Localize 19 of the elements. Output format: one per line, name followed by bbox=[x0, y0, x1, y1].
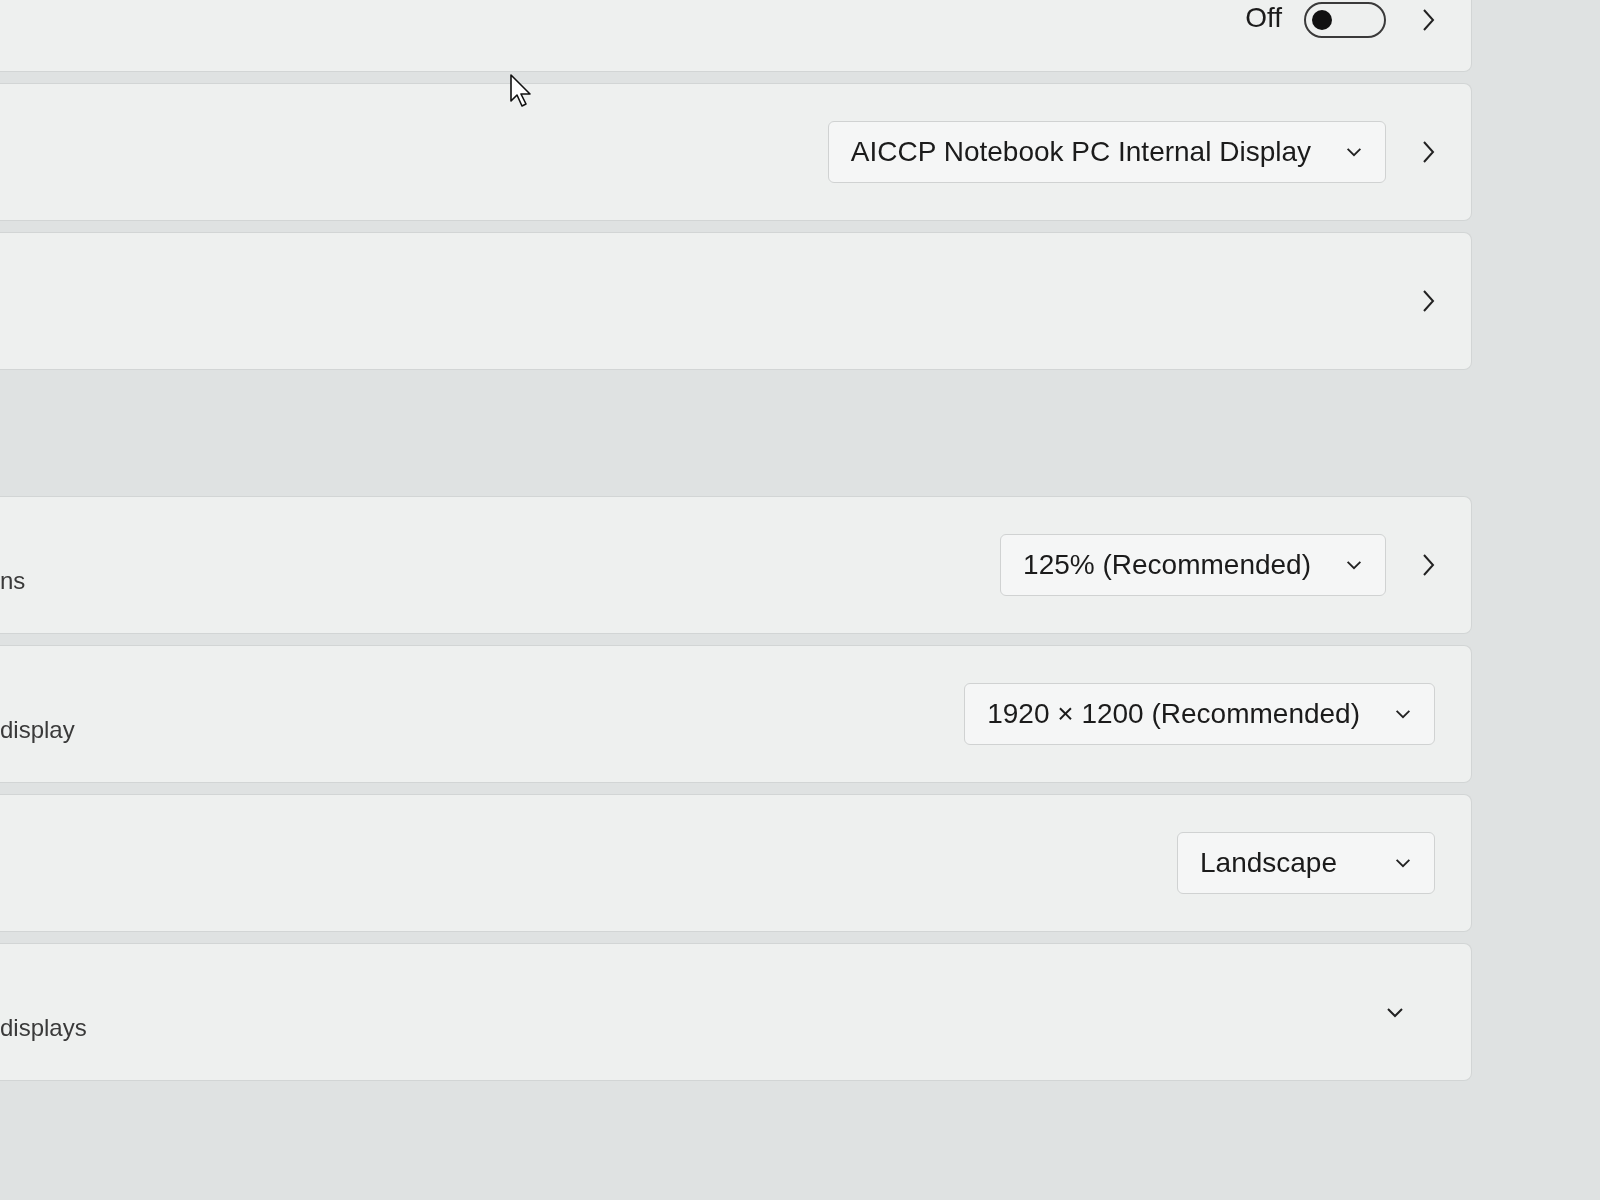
setting-description: display bbox=[0, 716, 75, 744]
dropdown[interactable]: 125% (Recommended) bbox=[1000, 534, 1386, 596]
setting-description: ns bbox=[0, 567, 26, 595]
chevron-down-icon[interactable] bbox=[1385, 1006, 1405, 1018]
chevron-down-icon bbox=[1394, 858, 1412, 868]
chevron-right-icon[interactable] bbox=[1422, 8, 1435, 32]
chevron-right-icon[interactable] bbox=[1422, 289, 1435, 313]
chevron-down-icon bbox=[1345, 147, 1363, 157]
chevron-right-icon[interactable] bbox=[1422, 553, 1435, 577]
dropdown[interactable]: 1920 × 1200 (Recommended) bbox=[964, 683, 1435, 745]
dropdown[interactable]: AICCP Notebook PC Internal Display bbox=[827, 121, 1386, 183]
chevron-right-icon[interactable] bbox=[1422, 140, 1435, 164]
mouse-pointer-icon bbox=[510, 74, 532, 108]
chevron-down-icon bbox=[1394, 709, 1412, 719]
chevron-down-icon bbox=[1345, 560, 1363, 570]
toggle-state-label: Off bbox=[1245, 2, 1282, 34]
dropdown[interactable]: Landscape bbox=[1177, 832, 1435, 894]
setting-description: displays bbox=[0, 1014, 87, 1042]
toggle-switch[interactable] bbox=[1304, 2, 1386, 38]
